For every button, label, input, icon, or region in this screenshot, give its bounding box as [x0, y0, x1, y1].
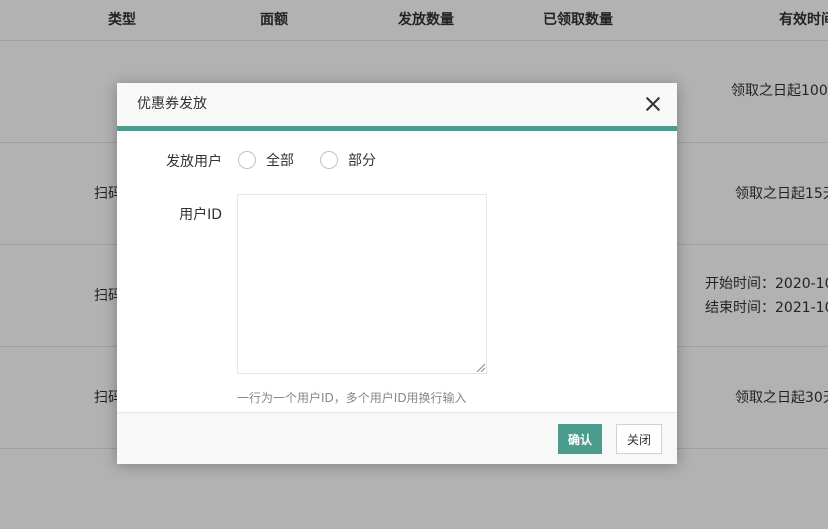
resize-handle-icon[interactable] — [476, 363, 485, 372]
user-id-textarea[interactable] — [237, 194, 487, 374]
radio-partial-label[interactable]: 部分 — [348, 150, 376, 170]
radio-all-users[interactable]: 全部 — [238, 150, 294, 170]
dialog-header: 优惠券发放 — [117, 83, 677, 131]
user-id-hint: 一行为一个用户ID，多个用户ID用换行输入 — [237, 391, 467, 405]
radio-partial-users[interactable]: 部分 — [320, 150, 376, 170]
radio-all-circle[interactable] — [238, 151, 256, 169]
radio-partial-circle[interactable] — [320, 151, 338, 169]
close-button[interactable]: 关闭 — [616, 424, 662, 454]
dialog-title: 优惠券发放 — [137, 96, 207, 112]
confirm-button[interactable]: 确认 — [558, 424, 602, 454]
issue-user-label: 发放用户 — [166, 154, 222, 170]
radio-all-label[interactable]: 全部 — [266, 150, 294, 170]
close-icon[interactable] — [645, 96, 661, 112]
dialog-footer: 确认 关闭 — [117, 412, 677, 464]
coupon-issue-dialog: 优惠券发放 发放用户 全部 部分 用户ID 一行为一个用户ID，多个用户ID用换… — [117, 83, 677, 464]
user-id-label: 用户ID — [179, 207, 222, 223]
